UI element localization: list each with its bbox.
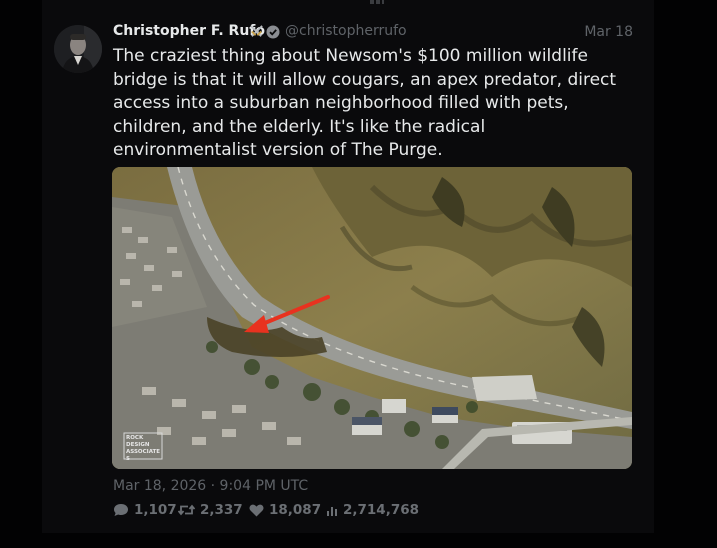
tweet-image[interactable]: ROCK DESIGN ASSOCIATES xyxy=(112,167,632,469)
reply-stat[interactable]: 1,107 xyxy=(113,502,177,518)
reply-count: 1,107 xyxy=(134,502,177,518)
bar-chart-icon xyxy=(327,507,337,516)
reply-icon xyxy=(114,504,128,516)
retweet-stat[interactable]: 2,337 xyxy=(178,502,243,518)
heart-icon xyxy=(249,504,264,516)
retweet-icon xyxy=(178,504,195,516)
author-name[interactable]: Christopher F. Rufo xyxy=(113,23,265,39)
crossed-swords-icon xyxy=(250,25,263,37)
retweet-count: 2,337 xyxy=(200,502,243,518)
scroll-indicator xyxy=(370,0,384,4)
tweet-text: The craziest thing about Newsom's $100 m… xyxy=(113,46,617,160)
tweet-header: Christopher F. Rufo @christopherrufo Mar… xyxy=(113,23,633,43)
avatar[interactable] xyxy=(54,25,102,73)
aerial-wildlife-bridge-image xyxy=(112,167,632,469)
image-watermark: ROCK DESIGN ASSOCIATES xyxy=(126,435,161,462)
avatar-image xyxy=(54,25,102,73)
like-count: 18,087 xyxy=(269,502,322,518)
views-count: 2,714,768 xyxy=(343,502,420,518)
tweet-timestamp[interactable]: Mar 18, 2026 · 9:04 PM UTC xyxy=(113,478,308,494)
tweet-date[interactable]: Mar 18 xyxy=(584,24,633,40)
like-stat[interactable]: 18,087 xyxy=(249,502,321,518)
views-stat[interactable]: 2,714,768 xyxy=(326,502,419,518)
author-handle[interactable]: @christopherrufo xyxy=(285,23,407,39)
verified-badge-icon xyxy=(266,25,280,39)
